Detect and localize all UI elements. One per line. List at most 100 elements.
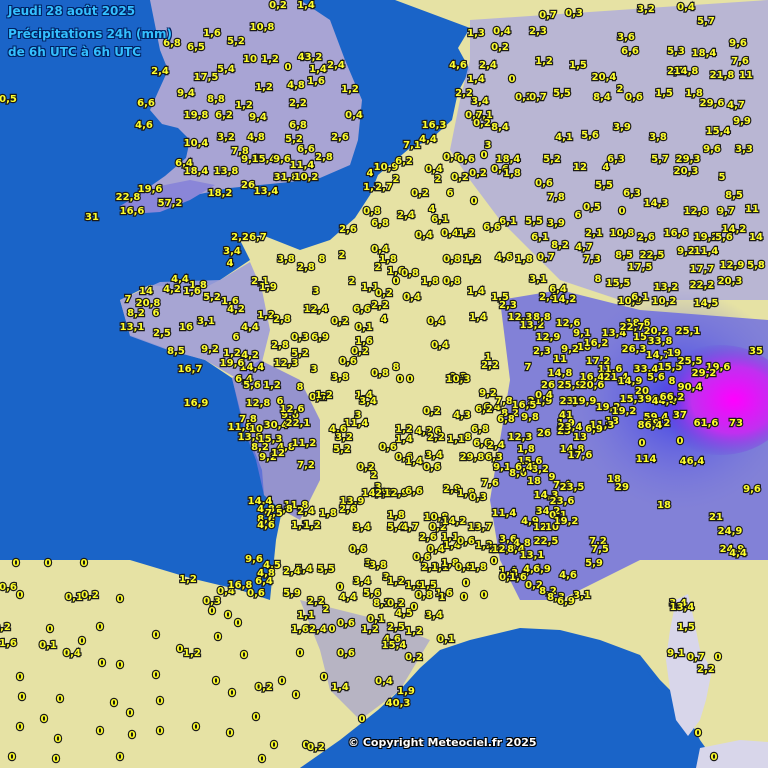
station-value: 10,8 [250,22,275,33]
station-value: 0,2 [375,288,393,299]
station-value: 18,4 [692,48,717,59]
station-value: 0 [235,618,242,629]
station-value: 14 [139,286,153,297]
station-value: 0 [279,676,286,687]
station-value: 0,1 [355,322,373,333]
station-value: 1,8 [421,276,439,287]
station-value: 0 [153,670,160,681]
station-value: 6,3 [623,188,641,199]
station-value: 20,3 [674,166,699,177]
station-value: 6,1 [431,214,449,225]
station-value: 0 [293,690,300,701]
station-value: 3,1 [573,590,591,601]
station-value: 16,6 [664,228,689,239]
station-value: 1,2 [405,626,423,637]
station-value: 6,6 [137,98,155,109]
station-value: 0,5 [583,202,601,213]
station-value: 0 [481,150,488,161]
station-value: 2 [349,276,356,287]
map-title: Précipitations 24h (mm) [8,27,172,41]
station-value: 6,6 [297,144,315,155]
station-value: 0,4 [493,26,511,37]
station-value: 0 [461,592,468,603]
station-value: 2 [617,84,624,95]
station-value: 10,8 [610,228,635,239]
station-value: 3,4 [353,576,371,587]
station-value: 0 [9,752,16,763]
station-value: 0 [53,754,60,765]
station-value: 14,2 [442,516,467,527]
station-value: 8 [393,362,400,373]
station-value: 0 [259,754,266,765]
station-value: 4,6 [495,252,513,263]
station-value: 0,7 [529,92,547,103]
station-value: 1,4 [467,286,485,297]
station-value: 0,8 [371,368,389,379]
station-value: 1,4 [405,456,423,467]
station-value: 13 [573,432,587,443]
station-value: 0,8 [415,590,433,601]
station-value: 0 [491,556,498,567]
station-value: 1,1 [447,434,465,445]
station-value: 19,8 [184,110,209,121]
station-value: 1,6 [355,336,373,347]
station-value: 4,2 [163,284,181,295]
station-value: 13,8 [214,166,239,177]
station-value: 6,8 [471,424,489,435]
station-value: 4,2 [227,304,245,315]
station-value: 1,2 [235,100,253,111]
station-value: 5,2 [333,444,351,455]
station-value: 1,8 [387,510,405,521]
station-value: 61,6 [694,418,719,429]
station-value: 9,8 [521,412,539,423]
station-value: 0,4 [427,316,445,327]
station-value: 2,3 [533,346,551,357]
station-value: 8,8 [207,94,225,105]
station-value: 13,2 [654,282,679,293]
station-value: 0,4 [677,2,695,13]
station-value: 24,9 [718,526,743,537]
station-value: 13,1 [520,550,545,561]
station-value: 2,4 [397,210,415,221]
station-value: 14,8 [674,66,699,77]
station-value: 7,5 [591,544,609,555]
station-value: 6,2 [395,156,413,167]
station-value: 18 [657,500,671,511]
station-value: 9,6 [729,38,747,49]
station-value: 1,2 [535,56,553,67]
station-value: 0 [41,714,48,725]
station-value: 17,5 [194,72,219,83]
station-value: 46,4 [680,456,705,467]
station-value: 2,4 [283,566,301,577]
station-value: 5,5 [553,88,571,99]
station-value: 12,8 [684,206,709,217]
station-value: 2,6 [419,532,437,543]
station-value: 5,7 [697,16,715,27]
station-value: 11 [739,70,753,81]
station-value: 0 [695,728,702,739]
station-value: 9,2 [677,246,695,257]
station-value: 4 [381,314,388,325]
station-value: 3,4 [359,396,377,407]
station-value: 5,5 [595,180,613,191]
station-value: 1,8 [517,444,535,455]
station-value: 1,8 [469,562,487,573]
station-value: 0 [45,558,52,569]
station-value: 0,2 [411,188,429,199]
station-value: 2,4 [479,60,497,71]
station-value: 0 [81,558,88,569]
station-value: 1,5 [677,622,695,633]
station-value: 8,2 [531,464,549,475]
station-value: 3,4 [223,246,241,257]
station-value: 16,9 [184,398,209,409]
station-value: 1,8 [319,508,337,519]
station-value: 17,7 [690,264,715,275]
station-value: 9,2 [201,344,219,355]
station-value: 0 [193,722,200,733]
station-value: 1,4 [297,0,315,11]
station-value: 6,5 [187,42,205,53]
station-value: 29,3 [676,154,701,165]
station-value: 6,6 [621,46,639,57]
station-value: 13,7 [468,522,493,533]
station-value: 3,8 [369,560,387,571]
